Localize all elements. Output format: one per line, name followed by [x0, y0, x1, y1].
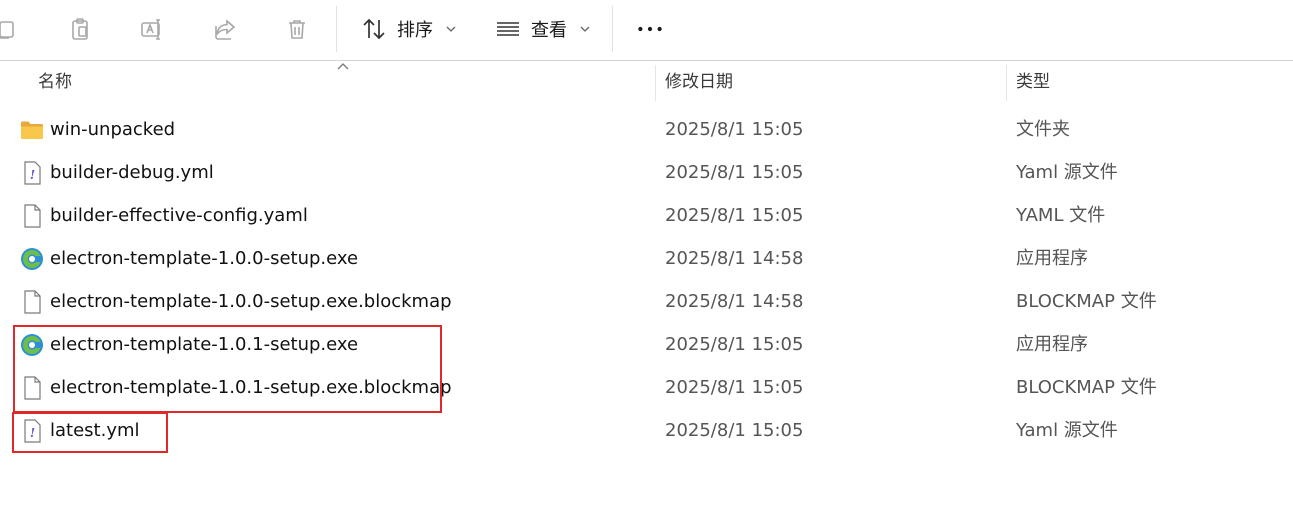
file-date: 2025/8/1 14:58	[665, 291, 804, 312]
file-row[interactable]: builder-effective-config.yaml 2025/8/1 1…	[0, 194, 1293, 237]
generic-file-icon	[19, 203, 45, 229]
view-label: 查看	[531, 20, 567, 41]
file-row[interactable]: win-unpacked 2025/8/1 15:05 文件夹	[0, 108, 1293, 151]
svg-text:!: !	[30, 168, 35, 182]
toolbar-separator	[612, 6, 613, 52]
chevron-down-icon	[446, 26, 456, 32]
sort-button[interactable]: 排序	[361, 12, 457, 46]
yaml-file-icon: !	[19, 418, 45, 444]
more-options-button[interactable]	[634, 14, 666, 44]
file-date: 2025/8/1 15:05	[665, 420, 804, 441]
file-type: BLOCKMAP 文件	[1016, 377, 1157, 398]
electron-app-icon	[19, 332, 45, 358]
sort-label: 排序	[397, 20, 433, 41]
file-row[interactable]: electron-template-1.0.0-setup.exe 2025/8…	[0, 237, 1293, 280]
command-bar: 排序 查看	[0, 0, 1293, 60]
file-name: electron-template-1.0.1-setup.exe	[50, 334, 359, 355]
file-name: electron-template-1.0.0-setup.exe.blockm…	[50, 291, 452, 312]
column-separator[interactable]	[655, 65, 656, 101]
column-date-header[interactable]: 修改日期	[665, 61, 995, 103]
file-name: electron-template-1.0.0-setup.exe	[50, 248, 359, 269]
generic-file-icon	[19, 375, 45, 401]
toolbar-separator	[336, 6, 337, 52]
file-row[interactable]: electron-template-1.0.0-setup.exe.blockm…	[0, 280, 1293, 323]
electron-app-icon	[19, 246, 45, 272]
rename-icon[interactable]	[135, 12, 169, 46]
paste-icon[interactable]	[63, 12, 97, 46]
file-date: 2025/8/1 15:05	[665, 205, 804, 226]
yaml-file-icon: !	[19, 160, 45, 186]
file-row[interactable]: electron-template-1.0.1-setup.exe 2025/8…	[0, 323, 1293, 366]
file-row[interactable]: ! latest.yml 2025/8/1 15:05 Yaml 源文件	[0, 409, 1293, 452]
column-type-header[interactable]: 类型	[1016, 61, 1276, 103]
file-type: YAML 文件	[1016, 205, 1106, 226]
file-name: latest.yml	[50, 420, 140, 441]
file-name: electron-template-1.0.1-setup.exe.blockm…	[50, 377, 452, 398]
column-header: 名称 修改日期 类型	[0, 61, 1293, 103]
file-date: 2025/8/1 15:05	[665, 377, 804, 398]
file-type: 应用程序	[1016, 248, 1088, 269]
view-button[interactable]: 查看	[495, 12, 591, 46]
more-dots-icon	[638, 26, 662, 32]
file-type: Yaml 源文件	[1016, 420, 1118, 441]
copy-icon[interactable]	[0, 12, 22, 46]
column-separator[interactable]	[1006, 65, 1007, 101]
file-row[interactable]: electron-template-1.0.1-setup.exe.blockm…	[0, 366, 1293, 409]
file-name: builder-debug.yml	[50, 162, 214, 183]
file-date: 2025/8/1 15:05	[665, 119, 804, 140]
svg-text:!: !	[30, 426, 35, 440]
file-name: builder-effective-config.yaml	[50, 205, 308, 226]
file-type: 应用程序	[1016, 334, 1088, 355]
file-date: 2025/8/1 15:05	[665, 162, 804, 183]
sort-icon	[363, 18, 385, 40]
file-type: 文件夹	[1016, 119, 1070, 140]
file-name: win-unpacked	[50, 119, 176, 140]
file-type: BLOCKMAP 文件	[1016, 291, 1157, 312]
view-list-icon	[497, 22, 519, 36]
folder-icon	[19, 117, 45, 143]
generic-file-icon	[19, 289, 45, 315]
delete-icon[interactable]	[280, 12, 314, 46]
file-date: 2025/8/1 14:58	[665, 248, 804, 269]
share-icon[interactable]	[208, 12, 242, 46]
column-name-header[interactable]: 名称	[38, 61, 648, 103]
file-type: Yaml 源文件	[1016, 162, 1118, 183]
chevron-down-icon	[580, 26, 590, 32]
file-date: 2025/8/1 15:05	[665, 334, 804, 355]
file-row[interactable]: ! builder-debug.yml 2025/8/1 15:05 Yaml …	[0, 151, 1293, 194]
